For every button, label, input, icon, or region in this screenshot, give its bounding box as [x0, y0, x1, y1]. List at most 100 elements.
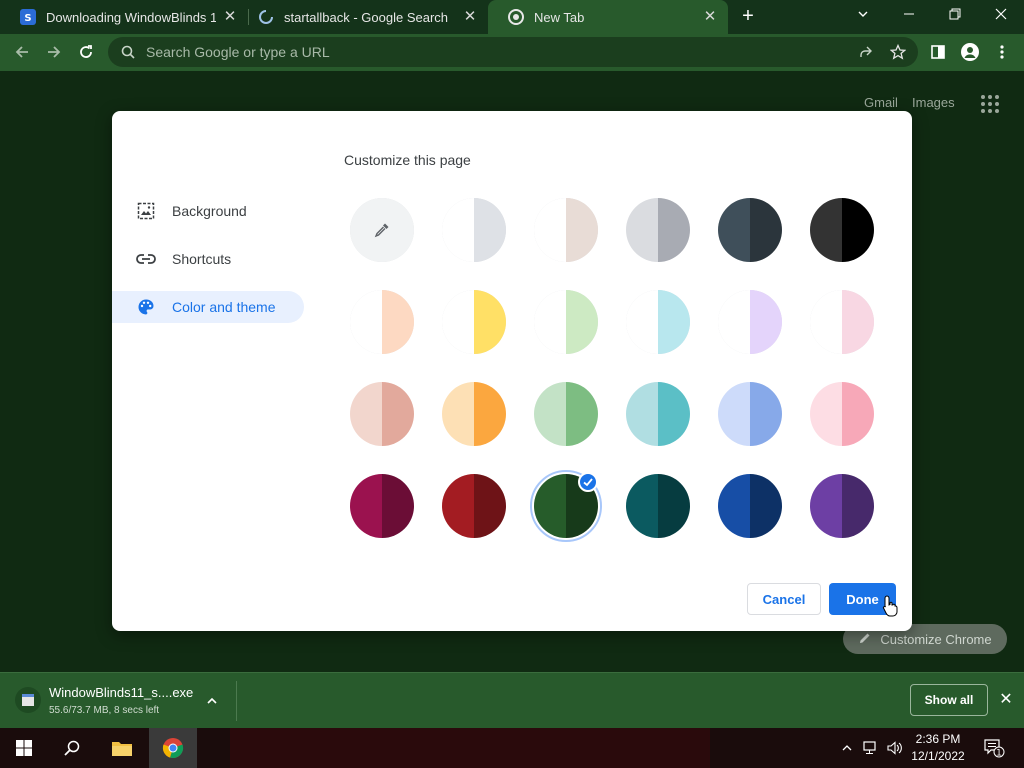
swatch-left-half [442, 290, 474, 354]
swatch-left-half [718, 198, 750, 262]
swatch-left-half [442, 474, 474, 538]
file-exe-icon [15, 687, 41, 713]
color-swatch[interactable] [442, 290, 506, 354]
taskbar-clock[interactable]: 2:36 PM 12/1/2022 [908, 731, 968, 765]
tab-title: startallback - Google Search [284, 9, 449, 25]
swatch-right-half [842, 290, 874, 354]
images-link[interactable]: Images [912, 95, 955, 110]
show-hidden-icons-chevron-icon[interactable] [838, 728, 856, 768]
swatch-left-half [442, 382, 474, 446]
pencil-icon [858, 631, 872, 648]
chrome-icon [508, 9, 524, 25]
swatch-right-half [382, 474, 414, 538]
color-swatch[interactable] [810, 382, 874, 446]
color-swatch[interactable] [626, 474, 690, 538]
forward-button[interactable] [42, 40, 66, 64]
swatch-right-half [566, 198, 598, 262]
swatch-right-half [658, 474, 690, 538]
color-swatch[interactable] [350, 382, 414, 446]
close-tab-icon[interactable]: ✕ [462, 9, 478, 25]
color-swatch[interactable] [626, 290, 690, 354]
close-window-button[interactable] [978, 0, 1024, 30]
clock-time: 2:36 PM [915, 732, 961, 746]
color-swatch[interactable] [350, 290, 414, 354]
restore-button[interactable] [932, 0, 978, 30]
swatch-left-half [718, 382, 750, 446]
tab-title: New Tab [534, 9, 585, 25]
swatch-left-half [350, 290, 382, 354]
chevron-up-icon[interactable] [204, 693, 220, 709]
share-icon[interactable] [854, 40, 878, 64]
tab-new-tab[interactable]: New Tab ✕ [488, 0, 728, 34]
show-all-button[interactable]: Show all [910, 684, 988, 716]
color-swatch[interactable] [810, 474, 874, 538]
windows-start-icon[interactable] [0, 728, 48, 768]
google-apps-icon[interactable] [981, 95, 999, 113]
color-swatch[interactable] [626, 382, 690, 446]
eyedropper-icon [374, 222, 390, 238]
swatch-right-half [750, 290, 782, 354]
color-swatch[interactable] [442, 474, 506, 538]
color-swatch[interactable] [810, 198, 874, 262]
menu-item-shortcuts[interactable]: Shortcuts [112, 243, 304, 275]
tab-windowblinds[interactable]: S Downloading WindowBlinds 11 : ✕ [0, 0, 248, 34]
stardock-icon: S [20, 9, 36, 25]
close-tab-icon[interactable]: ✕ [222, 9, 238, 25]
new-tab-button[interactable]: + [738, 6, 758, 26]
reload-button[interactable] [74, 40, 98, 64]
tab-title: Downloading WindowBlinds 11 : [46, 9, 216, 25]
swatch-right-half [474, 474, 506, 538]
volume-icon[interactable] [884, 728, 906, 768]
swatch-left-half [626, 290, 658, 354]
swatch-right-half [842, 474, 874, 538]
more-menu-icon[interactable] [990, 40, 1014, 64]
color-swatch[interactable] [534, 198, 598, 262]
svg-text:S: S [24, 13, 31, 24]
dialog-title: Customize this page [344, 152, 471, 168]
tab-startallback-search[interactable]: startallback - Google Search ✕ [238, 0, 488, 34]
side-panel-icon[interactable] [926, 40, 950, 64]
color-swatch[interactable] [718, 198, 782, 262]
network-icon[interactable] [860, 728, 882, 768]
swatch-left-half [810, 198, 842, 262]
minimize-button[interactable] [886, 0, 932, 30]
cancel-button[interactable]: Cancel [747, 583, 821, 615]
back-button[interactable] [10, 40, 34, 64]
menu-item-color-and-theme[interactable]: Color and theme [112, 291, 304, 323]
taskbar-search-icon[interactable] [48, 728, 96, 768]
color-swatch[interactable] [442, 198, 506, 262]
tab-search-chevron-icon[interactable] [840, 0, 886, 30]
gmail-link[interactable]: Gmail [864, 95, 898, 110]
swatch-left-half [626, 474, 658, 538]
color-swatch[interactable] [718, 382, 782, 446]
swatch-left-half [442, 198, 474, 262]
notification-center-icon[interactable]: 1 [978, 728, 1010, 768]
swatch-left-half [810, 474, 842, 538]
link-icon [136, 249, 156, 269]
profile-avatar-icon[interactable] [958, 40, 982, 64]
swatch-right-half [658, 290, 690, 354]
divider [236, 681, 237, 721]
chrome-taskbar-icon[interactable] [149, 728, 197, 768]
file-explorer-icon[interactable] [98, 728, 146, 768]
color-swatch[interactable] [810, 290, 874, 354]
color-swatch[interactable] [534, 290, 598, 354]
bookmark-star-icon[interactable] [886, 40, 910, 64]
custom-color-swatch[interactable] [350, 198, 414, 262]
menu-item-label: Shortcuts [172, 251, 232, 267]
close-download-shelf-icon[interactable]: ✕ [997, 691, 1015, 709]
color-swatch[interactable] [534, 382, 598, 446]
swatch-left-half [534, 198, 566, 262]
close-tab-icon[interactable]: ✕ [702, 9, 718, 25]
color-swatch[interactable] [718, 290, 782, 354]
menu-item-background[interactable]: Background [112, 195, 304, 227]
swatch-right-half [474, 198, 506, 262]
download-filename[interactable]: WindowBlinds11_s....exe [49, 685, 193, 700]
color-swatch[interactable] [442, 382, 506, 446]
color-swatch[interactable] [350, 474, 414, 538]
color-swatch[interactable] [718, 474, 782, 538]
omnibox[interactable]: Search Google or type a URL [108, 37, 918, 67]
selected-check-icon [578, 472, 598, 492]
color-swatch[interactable] [626, 198, 690, 262]
swatch-right-half [750, 474, 782, 538]
